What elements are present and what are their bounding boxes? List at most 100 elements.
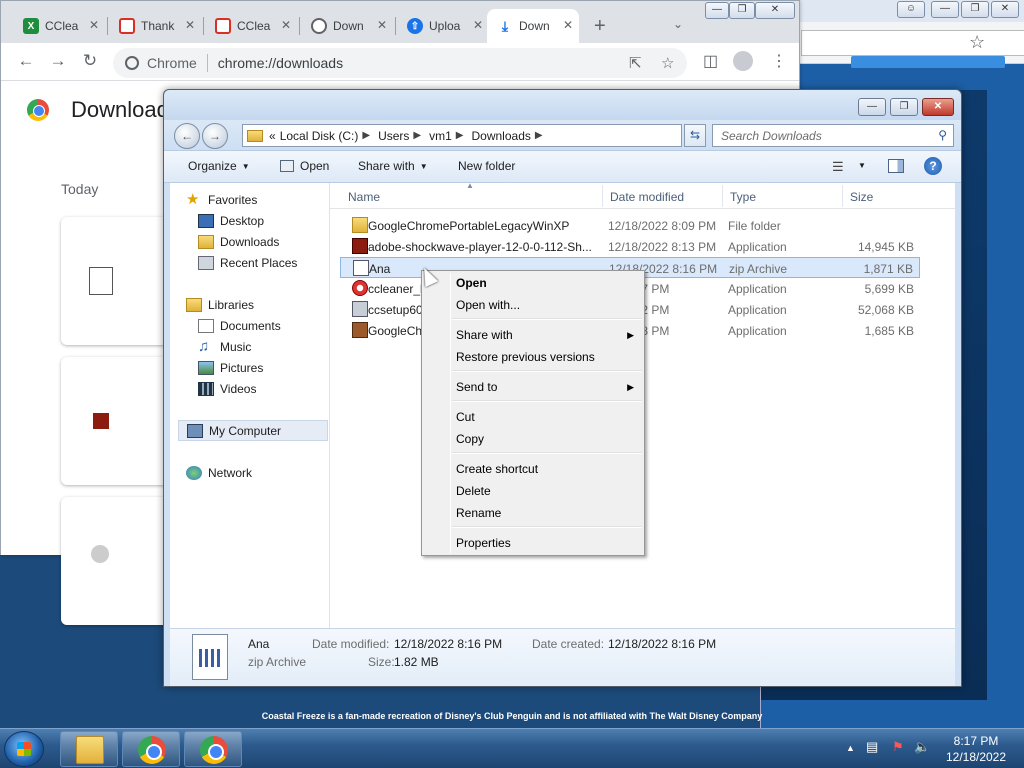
menu-item-delete[interactable]: Delete [456, 481, 636, 501]
menu-item-properties[interactable]: Properties [456, 533, 636, 553]
column-header-size[interactable]: Size [850, 190, 873, 204]
documents-icon [198, 318, 214, 333]
share-with-button[interactable]: Share with ▼ [358, 159, 428, 173]
forward-arrow-icon[interactable]: → [202, 123, 228, 149]
maximize-button[interactable]: ❐ [890, 98, 918, 116]
tray-expand-icon[interactable]: ▲ [846, 743, 855, 753]
start-button[interactable] [4, 731, 44, 767]
breadcrumb-item[interactable]: vm1 [429, 129, 452, 143]
close-icon[interactable]: ✕ [185, 18, 195, 32]
menu-item-share-with[interactable]: Share with ▶ [456, 325, 636, 345]
breadcrumb-item[interactable]: Downloads [472, 129, 531, 143]
menu-item-open[interactable]: Open [456, 273, 636, 293]
file-row[interactable]: GoogleChromePortableLegacyWinXP 12/18/20… [340, 215, 920, 236]
breadcrumb-overflow[interactable]: « [269, 129, 276, 143]
ccleaner-icon [119, 18, 135, 34]
column-header-name[interactable]: Name [348, 190, 380, 204]
column-header-date[interactable]: Date modified [610, 190, 684, 204]
file-row[interactable]: adobe-shockwave-player-12-0-0-112-Sh... … [340, 236, 920, 257]
refresh-icon[interactable]: ⇆ [684, 124, 706, 147]
explorer-titlebar[interactable]: — ❐ ✕ [164, 90, 961, 120]
action-center-icon[interactable]: ⚑ [892, 739, 904, 755]
organize-button[interactable]: Organize ▼ [188, 159, 250, 173]
nav-libraries[interactable]: Libraries [186, 294, 346, 315]
preview-pane-icon[interactable] [888, 159, 904, 173]
nav-label: Downloads [220, 234, 280, 249]
minimize-button[interactable]: — [858, 98, 886, 116]
taskbar-chrome-button[interactable] [184, 731, 242, 767]
column-header-type[interactable]: Type [730, 190, 756, 204]
menu-item-copy[interactable]: Copy [456, 429, 636, 449]
menu-item-restore-versions[interactable]: Restore previous versions [456, 347, 636, 367]
bg-restore-button[interactable]: ❐ [961, 1, 989, 18]
close-icon[interactable]: ✕ [473, 18, 483, 32]
search-input[interactable]: Search Downloads ⚲ [712, 124, 954, 147]
breadcrumb-item[interactable]: Local Disk (C:) [280, 129, 359, 143]
close-icon[interactable]: ✕ [281, 18, 291, 32]
forward-arrow-icon[interactable]: → [47, 51, 69, 71]
side-panel-icon[interactable]: ◫ [703, 51, 718, 71]
chevron-right-icon[interactable]: ▶ [413, 130, 421, 141]
nav-my-computer[interactable]: My Computer [178, 420, 328, 441]
tab[interactable]: CClea ✕ [205, 9, 297, 43]
back-arrow-icon[interactable]: ← [15, 51, 37, 71]
close-button[interactable]: ✕ [755, 2, 795, 19]
background-titlebar: ☺ — ❐ ✕ [761, 0, 1024, 22]
nav-label: Libraries [208, 297, 255, 312]
menu-item-open-with[interactable]: Open with... [456, 295, 636, 315]
open-button[interactable]: Open [280, 159, 329, 173]
taskbar-explorer-button[interactable] [60, 731, 118, 767]
menu-item-create-shortcut[interactable]: Create shortcut [456, 459, 636, 479]
file-type: File folder [728, 219, 781, 233]
close-icon[interactable]: ✕ [89, 18, 99, 32]
site-chip[interactable]: Chrome [125, 55, 197, 71]
address-bar[interactable]: « Local Disk (C:) ▶ Users ▶ vm1 ▶ Downlo… [242, 124, 749, 147]
network-tray-icon[interactable]: ▤ [866, 739, 878, 755]
reload-icon[interactable]: ↻ [79, 51, 101, 71]
tab-label: Thank [141, 19, 175, 33]
profile-avatar[interactable] [733, 51, 753, 71]
bg-user-button[interactable]: ☺ [897, 1, 925, 18]
tab-search-chevron-icon[interactable]: ⌄ [673, 17, 683, 31]
tab[interactable]: ⇧ Uploa ✕ [397, 9, 489, 43]
bookmark-star-icon[interactable]: ☆ [969, 32, 985, 53]
menu-item-send-to[interactable]: Send to ▶ [456, 377, 636, 397]
file-type: Application [728, 282, 787, 296]
caret-down-icon[interactable]: ▼ [858, 161, 866, 170]
volume-icon[interactable]: 🔈 [914, 739, 930, 755]
bg-page-button[interactable] [885, 56, 1005, 68]
chevron-right-icon[interactable]: ▶ [362, 130, 370, 141]
bg-minimize-button[interactable]: — [931, 1, 959, 18]
bg-close-button[interactable]: ✕ [991, 1, 1019, 18]
share-icon[interactable]: ⇱ [629, 54, 642, 72]
taskbar-chrome-button[interactable] [122, 731, 180, 767]
breadcrumb-item[interactable]: Users [378, 129, 409, 143]
close-icon[interactable]: ✕ [563, 18, 573, 32]
address-bar[interactable]: Chrome chrome://downloads ⇱ ☆ [113, 48, 687, 78]
system-clock[interactable]: 8:17 PM 12/18/2022 [940, 733, 1012, 765]
tab-downloads-active[interactable]: ⤓ Down ✕ [487, 9, 579, 43]
restore-button[interactable]: ❐ [729, 2, 755, 19]
chevron-right-icon[interactable]: ▶ [456, 130, 464, 141]
help-icon[interactable]: ? [924, 157, 942, 175]
nav-favorites[interactable]: ★ Favorites [186, 189, 346, 210]
bookmark-star-icon[interactable]: ☆ [661, 54, 674, 72]
menu-kebab-icon[interactable]: ⋮ [771, 51, 787, 71]
close-button[interactable]: ✕ [922, 98, 954, 116]
background-omnibox[interactable] [801, 30, 1024, 56]
nav-network[interactable]: Network [186, 462, 346, 483]
new-tab-button[interactable]: + [594, 15, 606, 38]
tab[interactable]: Thank ✕ [109, 9, 201, 43]
menu-item-cut[interactable]: Cut [456, 407, 636, 427]
minimize-button[interactable]: — [705, 2, 729, 19]
close-icon[interactable]: ✕ [377, 18, 387, 32]
tab[interactable]: X CClea ✕ [13, 9, 105, 43]
url-text[interactable]: chrome://downloads [218, 55, 343, 71]
new-folder-button[interactable]: New folder [458, 159, 515, 173]
tab[interactable]: Down ✕ [301, 9, 393, 43]
search-icon[interactable]: ⚲ [938, 128, 947, 142]
back-arrow-icon[interactable]: ← [174, 123, 200, 149]
views-icon[interactable]: ☰ [832, 159, 844, 175]
chevron-right-icon[interactable]: ▶ [535, 130, 543, 141]
menu-item-rename[interactable]: Rename [456, 503, 636, 523]
